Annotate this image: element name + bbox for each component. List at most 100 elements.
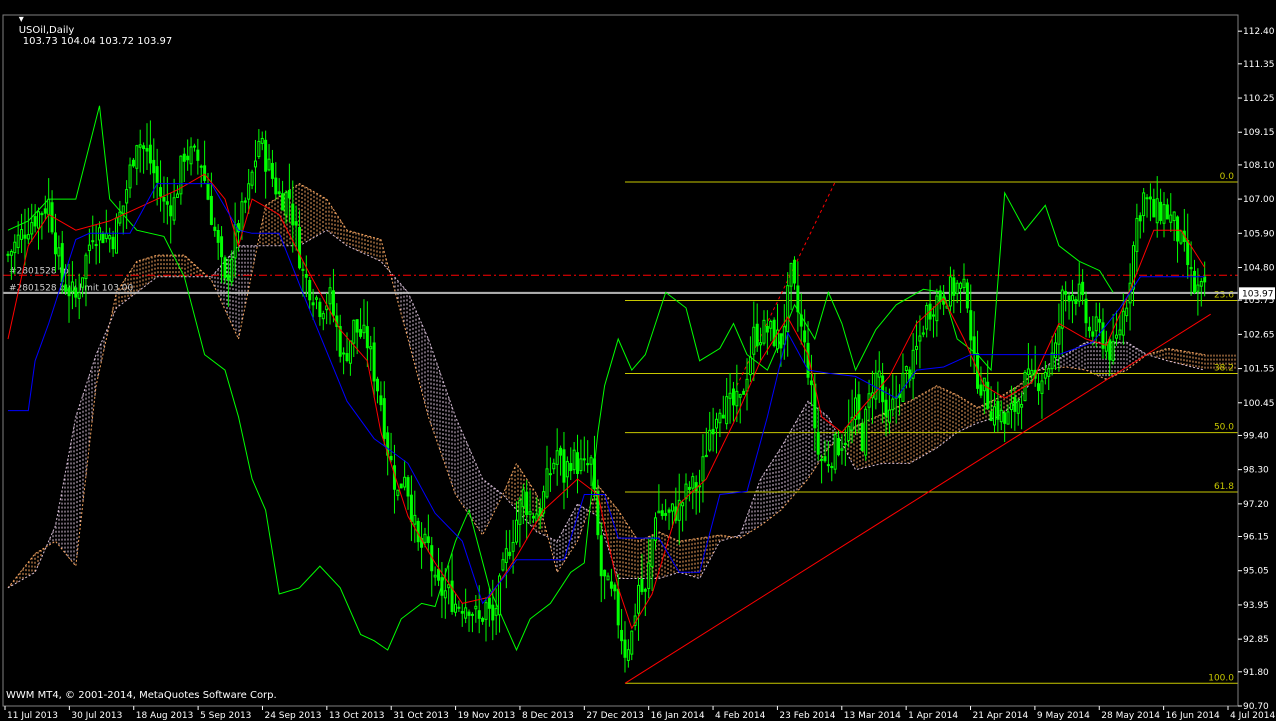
candle-body	[108, 235, 112, 240]
time-axis: 11 Jul 2013 30 Jul 2013 18 Aug 2013 5 Sep 2…	[4, 706, 1275, 721]
candle-body	[138, 144, 142, 148]
candle-body	[1040, 380, 1044, 394]
candle-body	[965, 282, 969, 309]
candle-body	[1016, 400, 1020, 414]
candle-body	[1108, 339, 1112, 361]
candle-body	[1145, 197, 1149, 200]
candle-body	[599, 535, 603, 577]
price-tick-label: 97.20	[1243, 500, 1269, 510]
candle-body	[565, 461, 569, 478]
candle-body	[1037, 383, 1041, 392]
candle	[731, 381, 735, 422]
candle-body	[328, 287, 332, 305]
candle-body	[220, 236, 224, 258]
candle	[626, 639, 630, 668]
chart-window[interactable]: 0.0 23.6 38.2 50.0 61.8 100.0 #2801528 tp #2801…	[0, 0, 1276, 721]
candle	[270, 149, 274, 188]
candle-body	[331, 290, 335, 316]
candle	[253, 139, 257, 193]
candle	[582, 436, 586, 472]
candle	[325, 293, 329, 325]
candle	[179, 155, 183, 205]
candle	[979, 366, 983, 399]
candle	[599, 522, 603, 603]
candle-body	[74, 287, 78, 298]
candle-body	[582, 458, 586, 461]
candle	[440, 562, 444, 619]
candle	[535, 497, 539, 522]
candle-body	[782, 326, 786, 345]
candle-body	[1203, 276, 1207, 283]
candle-body	[1138, 215, 1142, 222]
candle-body	[572, 449, 576, 471]
candle	[915, 320, 919, 365]
candle-body	[169, 205, 173, 217]
candle-body	[1111, 341, 1115, 361]
candle	[192, 143, 196, 152]
candle	[1189, 241, 1193, 296]
candle-body	[603, 569, 607, 577]
time-tick-label: 9 May 2014	[1037, 711, 1090, 721]
candle-body	[826, 464, 830, 467]
candle	[1152, 188, 1156, 218]
candle	[962, 263, 966, 293]
candle-body	[487, 597, 491, 609]
candle-body	[281, 193, 285, 211]
candle	[216, 224, 220, 260]
candle-body	[484, 602, 488, 620]
candle	[369, 335, 373, 371]
candle	[745, 358, 749, 411]
candle	[908, 366, 912, 388]
candle-body	[952, 277, 956, 296]
candle-body	[728, 392, 732, 399]
candle-body	[857, 394, 861, 420]
candle	[1043, 360, 1047, 385]
price-tick-label: 107.00	[1243, 195, 1275, 205]
candle-body	[277, 191, 281, 195]
candle	[277, 178, 281, 197]
candle-body	[440, 577, 444, 596]
price-chart[interactable]: 0.023.638.250.061.8100.0#2801528 tp#2801…	[0, 0, 1276, 721]
candle-body	[576, 452, 580, 475]
candle-body	[155, 166, 159, 183]
candle-body	[511, 542, 515, 552]
candle	[833, 431, 837, 474]
candle	[50, 190, 54, 235]
candle-body	[769, 320, 773, 329]
candle-body	[528, 511, 532, 515]
candle	[406, 475, 410, 510]
candle	[372, 326, 376, 398]
time-tick-label: 31 Oct 2013	[393, 711, 449, 721]
candle-body	[653, 517, 657, 541]
candle	[542, 485, 546, 518]
price-tick-label: 91.80	[1243, 668, 1269, 678]
candle-body	[969, 310, 973, 341]
candle	[901, 353, 905, 402]
candle	[1060, 285, 1064, 356]
candle-body	[342, 352, 346, 355]
candle-body	[715, 418, 719, 429]
candle-body	[264, 139, 268, 172]
candle-body	[399, 483, 403, 489]
candle	[864, 406, 868, 461]
candle	[918, 315, 922, 369]
candle	[281, 180, 285, 211]
candle-body	[243, 200, 247, 203]
candle-body	[874, 372, 878, 400]
candle-body	[643, 588, 647, 592]
price-tick-label: 105.90	[1243, 229, 1275, 239]
time-tick-label: 16 Jan 2014	[651, 711, 705, 721]
candle-body	[1077, 283, 1081, 302]
candle-body	[1142, 192, 1146, 217]
dropdown-arrow-icon[interactable]: ▾	[19, 14, 24, 25]
candle	[335, 303, 339, 351]
candle	[413, 490, 417, 543]
price-tick-label: 98.30	[1243, 466, 1269, 476]
candle	[559, 445, 563, 476]
candle	[1169, 193, 1173, 232]
candle	[148, 120, 152, 175]
candle-body	[555, 450, 559, 465]
candle	[518, 496, 522, 548]
candle	[321, 310, 325, 331]
candle	[613, 582, 617, 600]
